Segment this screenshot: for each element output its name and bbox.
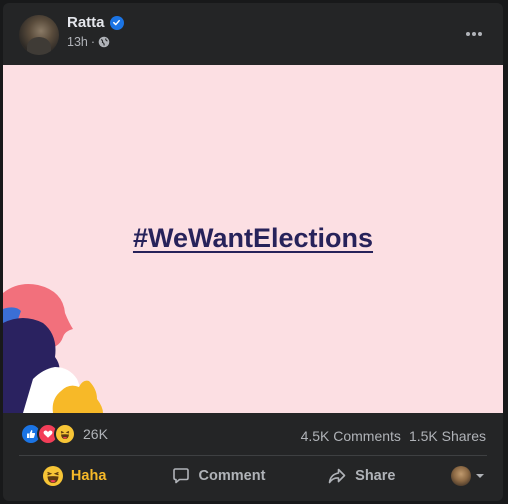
post-header: Ratta 13h · <box>3 3 503 65</box>
haha-react-button[interactable]: Haha <box>3 456 146 496</box>
women-silhouettes-illustration <box>3 284 103 413</box>
shares-count[interactable]: 1.5K Shares <box>409 428 486 444</box>
post-time[interactable]: 13h <box>67 35 88 49</box>
reaction-summary[interactable]: 26K <box>20 423 108 445</box>
share-label: Share <box>355 468 396 484</box>
post-meta: 13h · <box>67 35 110 49</box>
share-button[interactable]: Share <box>290 456 433 496</box>
action-bar: Haha Comment Share <box>3 456 503 496</box>
author-name[interactable]: Ratta <box>67 14 105 31</box>
engagement-counts: 4.5K Comments 1.5K Shares <box>301 428 486 444</box>
haha-icon <box>54 423 76 445</box>
reaction-count[interactable]: 26K <box>83 426 108 442</box>
author-avatar[interactable] <box>19 15 59 55</box>
post-stats: 26K 4.5K Comments 1.5K Shares <box>3 413 503 455</box>
post-image[interactable]: #WeWantElections <box>3 65 503 413</box>
reaction-profile-selector[interactable] <box>433 456 503 496</box>
verified-badge-icon <box>109 15 124 30</box>
globe-icon[interactable] <box>98 36 110 48</box>
comment-icon <box>172 468 189 484</box>
profile-avatar <box>450 466 471 486</box>
post-card: Ratta 13h · #WeWantElections 26K 4.5K Co… <box>3 3 503 501</box>
haha-icon <box>42 466 63 486</box>
meta-separator: · <box>90 35 96 49</box>
share-icon <box>328 468 346 484</box>
chevron-down-icon <box>475 474 484 478</box>
comment-button[interactable]: Comment <box>146 456 289 496</box>
comment-label: Comment <box>198 468 266 484</box>
more-horizontal-icon[interactable] <box>459 19 489 49</box>
author-name-row: Ratta <box>67 14 124 31</box>
comments-count[interactable]: 4.5K Comments <box>301 428 401 444</box>
hashtag-text[interactable]: #WeWantElections <box>3 223 503 254</box>
haha-label: Haha <box>70 468 107 484</box>
